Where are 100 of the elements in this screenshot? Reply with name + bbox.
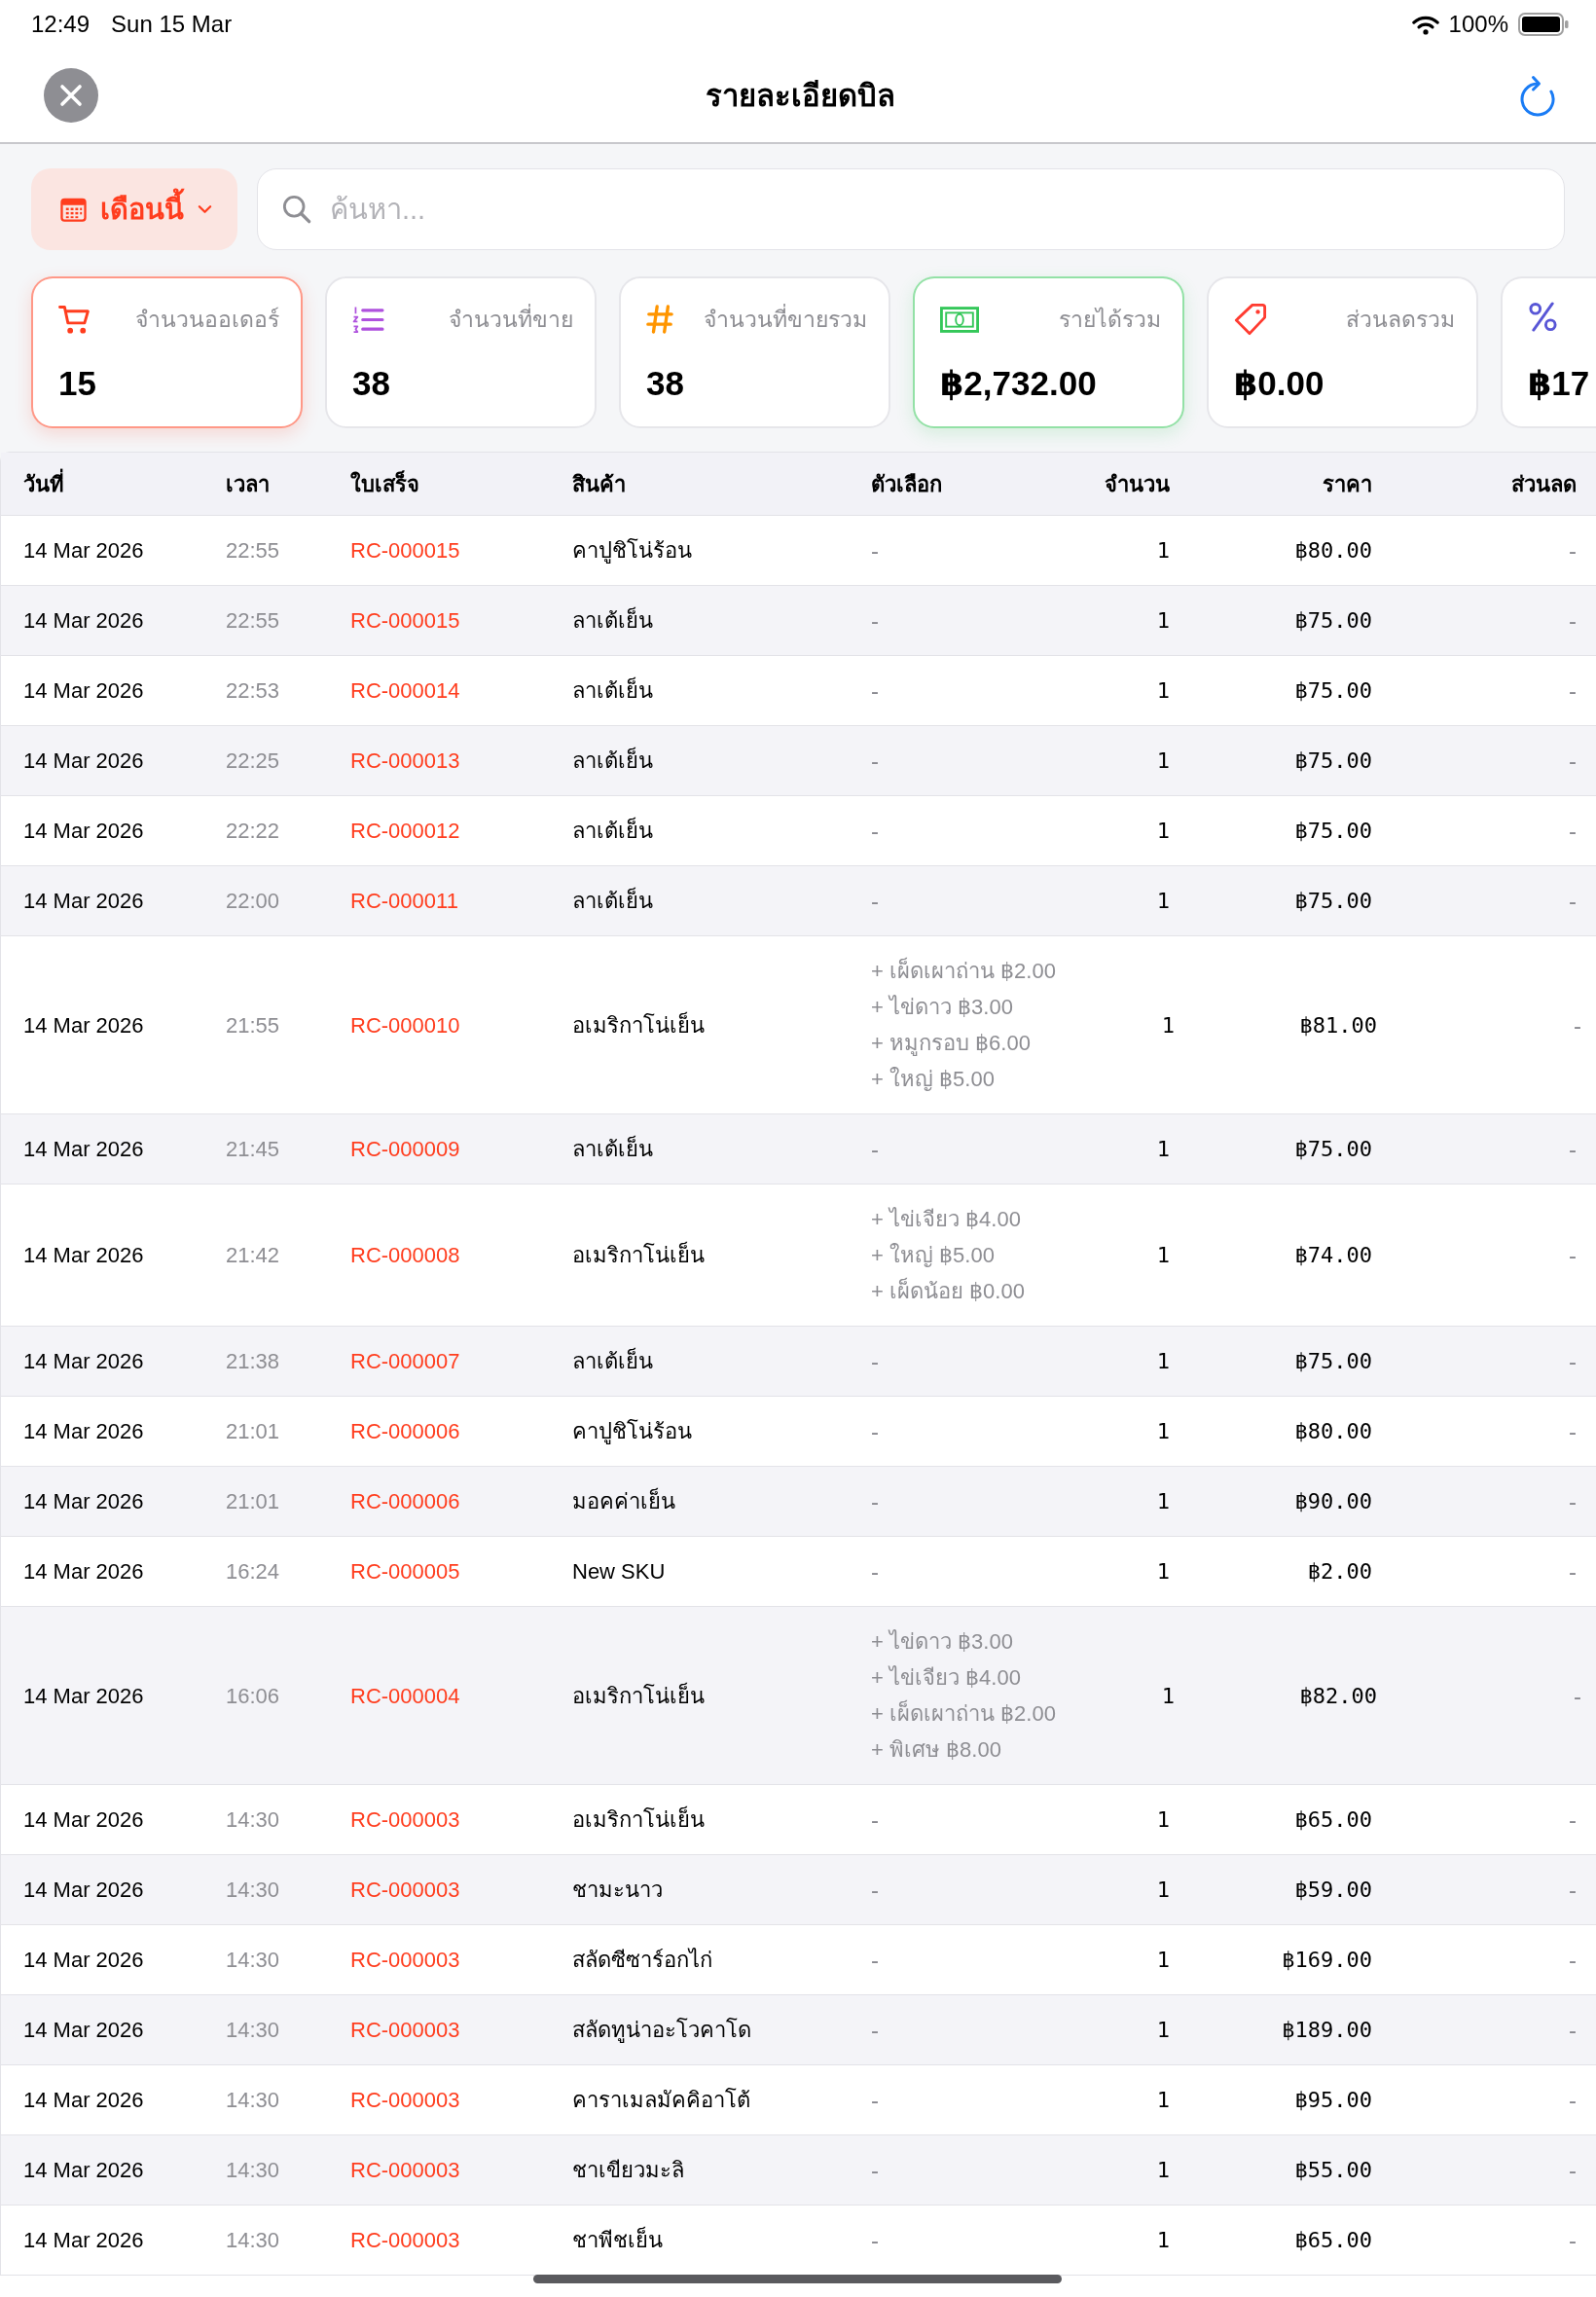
table-row[interactable]: 14 Mar 2026 22:00 RC-000011 ลาเต้เย็น - 1 ฿75.00 - xyxy=(1,866,1596,936)
search-field[interactable]: ค้นหา... xyxy=(257,168,1565,250)
receipt-link[interactable]: RC-000004 xyxy=(350,1677,460,1714)
price-cell-text: ฿80.00 xyxy=(1294,1418,1372,1445)
table-row[interactable]: 14 Mar 2026 16:06 RC-000004 อเมริกาโน่เย็น + ไข่ดาว ฿3.00 + ไข่เจียว ฿4.00 + เผ็ดเผาถ่าน ฿2.00 + พิเศษ ฿8.00 1 ฿82.00 - xyxy=(1,1607,1596,1785)
receipt-link[interactable]: RC-000007 xyxy=(350,1343,460,1379)
table-row[interactable]: 14 Mar 2026 21:45 RC-000009 ลาเต้เย็น - 1 ฿75.00 - xyxy=(1,1114,1596,1185)
product-cell-text: ชาเขียวมะลิ xyxy=(572,2157,684,2184)
quantity-cell-text: 1 xyxy=(1161,1011,1175,1039)
product-cell-text: อเมริกาโน่เย็น xyxy=(572,1010,705,1039)
receipt-link[interactable]: RC-000012 xyxy=(350,813,460,849)
receipt-link[interactable]: RC-000006 xyxy=(350,1483,460,1519)
price-cell-text: ฿169.00 xyxy=(1282,1947,1372,1974)
option-line: + หมูกรอบ ฿6.00 xyxy=(871,1030,1031,1058)
wifi-icon xyxy=(1411,14,1439,35)
price-cell-text: ฿74.00 xyxy=(1294,1242,1372,1269)
price-cell-text: ฿75.00 xyxy=(1294,818,1372,845)
options-cell-text: - xyxy=(871,1135,879,1164)
time-cell-text: 21:01 xyxy=(226,1418,280,1445)
column-header: เวลา xyxy=(226,470,270,498)
time-cell-text: 22:55 xyxy=(226,537,280,565)
time-cell-text: 22:25 xyxy=(226,747,280,775)
quantity-cell-text: 1 xyxy=(1156,1136,1170,1163)
receipt-link[interactable]: RC-000014 xyxy=(350,673,460,709)
product-cell-text: ลาเต้เย็น xyxy=(572,675,653,705)
time-cell-text: 14:30 xyxy=(226,1877,280,1904)
options-cell-text: - xyxy=(871,887,879,916)
quantity-cell-text: 1 xyxy=(1156,818,1170,845)
receipt-link[interactable]: RC-000011 xyxy=(350,883,458,919)
discount-cell-text: - xyxy=(1569,2226,1577,2255)
product-cell-text: มอคค่าเย็น xyxy=(572,1486,675,1515)
table-row[interactable]: 14 Mar 2026 21:01 RC-000006 มอคค่าเย็น - 1 ฿90.00 - xyxy=(1,1467,1596,1537)
month-filter-dropdown[interactable]: เดือนนี้ xyxy=(31,168,237,250)
card-label: รายได้รวม xyxy=(1059,306,1161,334)
quantity-cell-text: 1 xyxy=(1156,2087,1170,2114)
date-cell-text: 14 Mar 2026 xyxy=(23,1682,144,1710)
discount-cell-text: - xyxy=(1569,1876,1577,1905)
discount-cell-text: - xyxy=(1569,676,1577,706)
price-cell-text: ฿75.00 xyxy=(1294,747,1372,775)
options-cell-text: - xyxy=(871,747,879,776)
time-cell-text: 14:30 xyxy=(226,2227,280,2254)
receipt-link[interactable]: RC-000006 xyxy=(350,1413,460,1449)
table-row[interactable]: 14 Mar 2026 14:30 RC-000003 ชาเขียวมะลิ - 1 ฿55.00 - xyxy=(1,2135,1596,2206)
date-cell-text: 14 Mar 2026 xyxy=(23,1806,144,1834)
column-header: วันที่ xyxy=(23,466,64,501)
time-cell-text: 21:42 xyxy=(226,1242,280,1269)
chevron-down-icon xyxy=(198,204,212,214)
receipt-link[interactable]: RC-000013 xyxy=(350,743,460,779)
time-cell-text: 22:53 xyxy=(226,677,280,705)
close-button[interactable] xyxy=(44,68,98,123)
receipt-link[interactable]: RC-000003 xyxy=(350,2152,460,2188)
option-line: + เผ็ดน้อย ฿0.00 xyxy=(871,1276,1025,1305)
quantity-cell-text: 1 xyxy=(1156,1877,1170,1904)
time-cell-text: 16:24 xyxy=(226,1558,280,1586)
product-cell-text: ลาเต้เย็น xyxy=(572,1134,653,1163)
receipt-link[interactable]: RC-000003 xyxy=(350,2222,460,2258)
receipt-link[interactable]: RC-000003 xyxy=(350,1942,460,1978)
receipt-link[interactable]: RC-000003 xyxy=(350,2082,460,2118)
card-value: 15 xyxy=(58,364,96,403)
date-cell-text: 14 Mar 2026 xyxy=(23,2157,144,2184)
date-cell-text: 14 Mar 2026 xyxy=(23,2227,144,2254)
price-cell-text: ฿75.00 xyxy=(1294,607,1372,635)
table-row[interactable]: 14 Mar 2026 22:25 RC-000013 ลาเต้เย็น - 1 ฿75.00 - xyxy=(1,726,1596,796)
receipt-link[interactable]: RC-000003 xyxy=(350,1802,460,1838)
time-cell-text: 14:30 xyxy=(226,2017,280,2044)
option-line: + เผ็ดเผาถ่าน ฿2.00 xyxy=(871,956,1056,985)
receipt-link[interactable]: RC-000015 xyxy=(350,602,460,638)
product-cell-text: คาปูชิโน่ร้อน xyxy=(572,1418,692,1446)
options-cell-text: - xyxy=(871,1805,879,1835)
table-row[interactable]: 14 Mar 2026 14:30 RC-000003 สลัดทูน่าอะโวคาโด - 1 ฿189.00 - xyxy=(1,1995,1596,2065)
table-row[interactable]: 14 Mar 2026 22:55 RC-000015 ลาเต้เย็น - 1 ฿75.00 - xyxy=(1,586,1596,656)
receipt-link[interactable]: RC-000010 xyxy=(350,1006,460,1043)
calendar-icon xyxy=(60,197,87,222)
date-cell-text: 14 Mar 2026 xyxy=(23,1348,144,1375)
discount-cell-text: - xyxy=(1569,817,1577,846)
discount-cell-text: - xyxy=(1569,1487,1577,1516)
options-cell-text: - xyxy=(871,1487,879,1516)
price-cell-text: ฿65.00 xyxy=(1294,1806,1372,1834)
date-cell-text: 14 Mar 2026 xyxy=(23,607,144,635)
receipt-link[interactable]: RC-000008 xyxy=(350,1237,460,1273)
card-label: จำนวนที่ขาย xyxy=(449,302,573,337)
refresh-button[interactable] xyxy=(1518,74,1557,117)
table-row[interactable]: 14 Mar 2026 14:30 RC-000003 ชามะนาว - 1 ฿59.00 - xyxy=(1,1855,1596,1925)
option-line: + ไข่เจียว ฿4.00 xyxy=(871,1664,1021,1692)
receipt-link[interactable]: RC-000003 xyxy=(350,1872,460,1908)
time-cell-text: 21:01 xyxy=(226,1488,280,1515)
option-line: + ใหญ่ ฿5.00 xyxy=(871,1242,995,1269)
receipt-link[interactable]: RC-000003 xyxy=(350,2012,460,2048)
receipt-link[interactable]: RC-000015 xyxy=(350,532,460,568)
date-cell-text: 14 Mar 2026 xyxy=(23,2087,144,2114)
discount-cell-text: - xyxy=(1569,1946,1577,1975)
price-cell-text: ฿75.00 xyxy=(1294,1348,1372,1375)
discount-cell-text: - xyxy=(1569,606,1577,636)
product-cell-text: คาราเมลมัคคิอาโต้ xyxy=(572,2087,750,2114)
receipt-link[interactable]: RC-000005 xyxy=(350,1553,460,1589)
table-row[interactable]: 14 Mar 2026 21:38 RC-000007 ลาเต้เย็น - 1 ฿75.00 - xyxy=(1,1327,1596,1397)
column-header: จำนวน xyxy=(1105,470,1170,498)
time-cell-text: 22:22 xyxy=(226,818,280,845)
date-cell-text: 14 Mar 2026 xyxy=(23,1242,144,1269)
receipt-link[interactable]: RC-000009 xyxy=(350,1131,460,1167)
